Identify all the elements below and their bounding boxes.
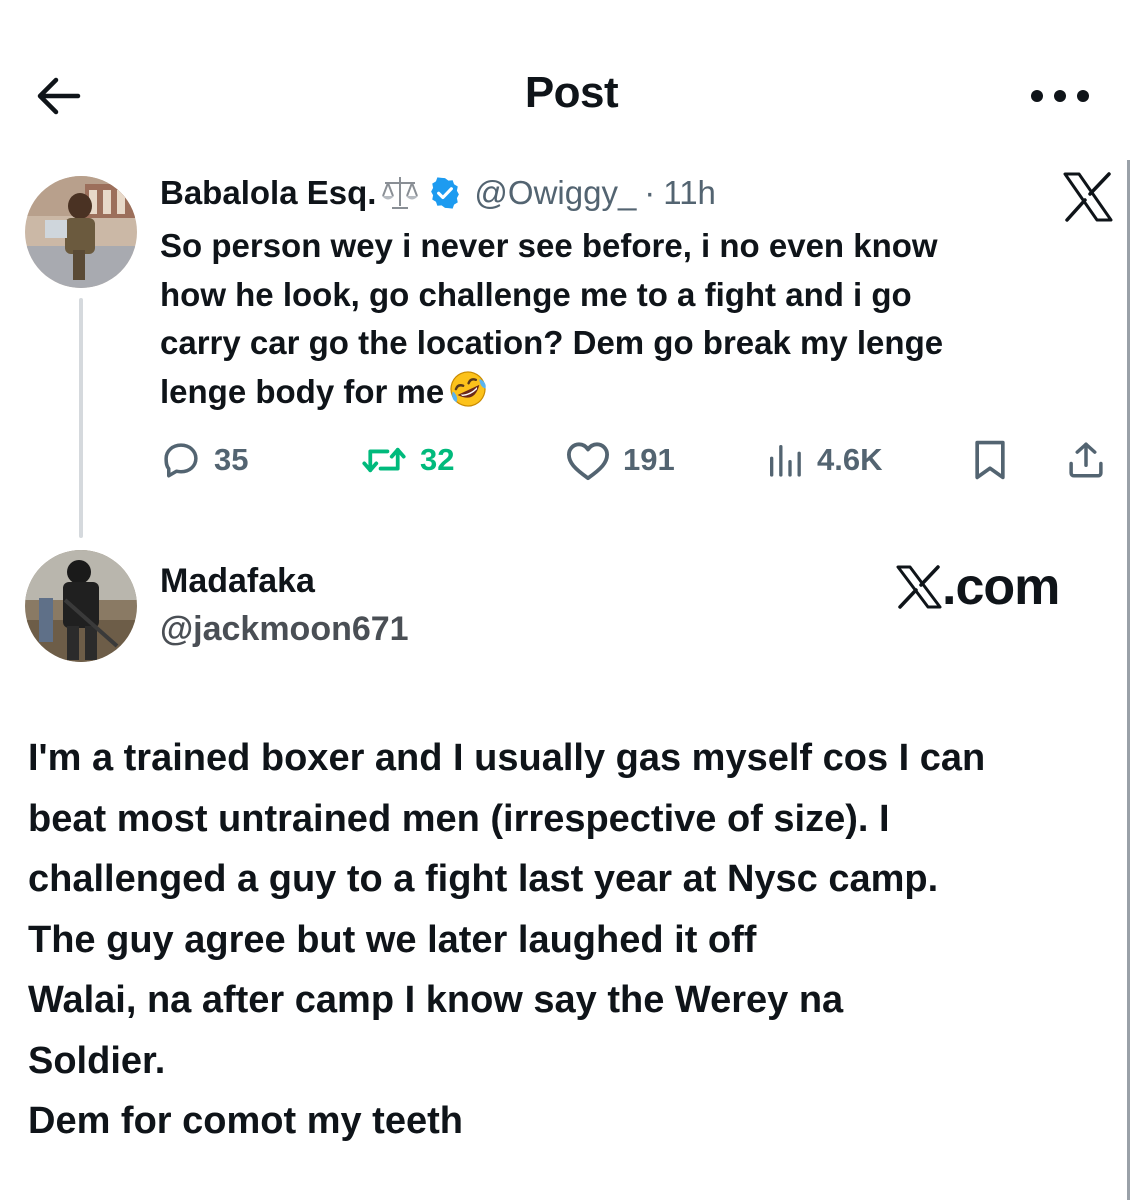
page-title: Post [524,68,619,117]
avatar[interactable] [25,550,137,662]
avatar-photo [25,176,137,288]
verified-badge-icon[interactable] [428,176,462,210]
more-options-button[interactable] [1025,78,1095,114]
x-logo-icon [1062,172,1114,222]
repost-icon [362,447,406,473]
quoted-post-text: So person wey i never see before, i no e… [160,222,1090,422]
post-text-line-last: lenge body for me [160,368,1090,423]
reply-button[interactable]: 35 [160,432,248,488]
reply-icon [164,443,198,478]
reply-display-name[interactable]: Madafaka [160,562,315,601]
display-name[interactable]: Babalola Esq. [160,174,376,212]
heart-icon [567,442,609,481]
post-text-line: lenge body for me [160,372,445,410]
reply-text-line: The guy agree but we later laughed it of… [28,918,757,961]
reply-text-line: Soldier. [28,1039,166,1082]
avatar-photo [25,550,137,662]
scales-icon [380,174,420,212]
separator-dot: · [644,174,656,211]
post-actions-bar: 35 32 191 4.6K [0,432,1143,488]
top-bar: Post [0,0,1143,150]
share-icon [1069,442,1103,478]
like-button[interactable]: 191 [565,432,675,488]
rolling-laughing-emoji [446,369,490,423]
more-horizontal-icon [1031,90,1089,102]
x-logo-icon [896,565,942,609]
like-count: 191 [623,442,675,477]
post-timestamp[interactable]: 11h [663,174,716,212]
user-handle[interactable]: @Owiggy_ [474,174,636,212]
bookmark-button[interactable] [970,432,1010,488]
quoted-post-header: Babalola Esq. @Owiggy_ · 11h [160,170,716,216]
views-count: 4.6K [817,442,883,477]
avatar[interactable] [25,176,137,288]
reply-count: 35 [214,442,249,477]
reply-text-line: I'm a trained boxer and I usually gas my… [28,737,986,779]
reply-user-handle[interactable]: @jackmoon671 [160,610,409,649]
post-text-line: So person wey i never see before, i no e… [160,227,938,264]
repost-button[interactable]: 32 [360,432,454,488]
views-chart-icon [770,445,801,477]
post-text-line: how he look, go challenge me to a fight … [160,275,912,313]
reply-text: I'm a trained boxer and I usually gas my… [28,728,1128,1152]
thread-connector-line [79,298,83,538]
bookmark-icon [975,440,1005,480]
repost-count: 32 [420,442,455,477]
share-button[interactable] [1065,432,1107,488]
reply-text-line: Dem for comot my teeth [28,1100,463,1142]
reply-text-line: challenged a guy to a fight last year at… [28,858,939,900]
views-button[interactable]: 4.6K [765,432,882,488]
post-text-line: carry car go the location? Dem go break … [160,324,944,361]
reply-text-line: beat most untrained men (irrespective of… [28,797,890,840]
reply-text-line: Walai, na after camp I know say the Were… [28,979,844,1021]
xcom-watermark: .com [896,556,1060,618]
xcom-text: .com [942,558,1060,616]
